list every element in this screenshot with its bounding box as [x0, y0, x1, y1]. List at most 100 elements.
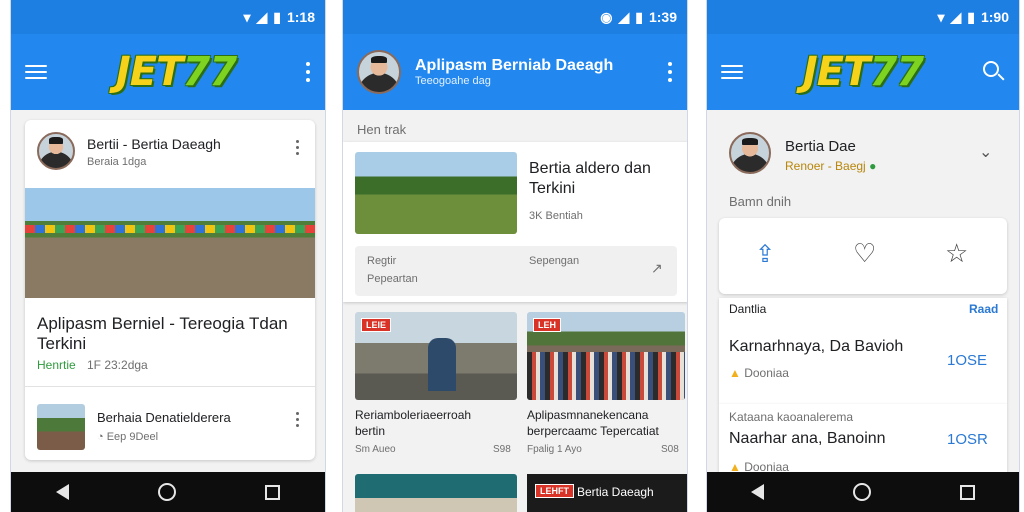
info-label-1: Regtir [367, 255, 397, 267]
grid-item-tag: LEH [533, 318, 561, 332]
read-link[interactable]: Raad [969, 302, 998, 316]
hotspot-icon: ◉ [600, 8, 613, 25]
post-author: Bertii - Bertia Daeagh [87, 136, 221, 152]
grid-item-photo[interactable]: LEIE [355, 312, 517, 400]
system-nav-bar [11, 472, 325, 512]
header-text: Aplipasm Berniab Daeagh Teeogoahe dag [401, 57, 667, 87]
bottom-title[interactable]: Bertia Daeagh [577, 485, 654, 499]
headline-line-2[interactable]: Terkini [37, 334, 86, 354]
share-icon[interactable]: ⇪ [755, 240, 775, 269]
battery-icon: ▮ [273, 8, 281, 25]
grid-item-title-1[interactable]: Reriamboleriaeerroah [355, 408, 471, 422]
news-photo[interactable] [25, 188, 315, 298]
app-bar: JET77 [11, 34, 325, 110]
open-arrow-icon[interactable]: ↗ [651, 260, 663, 277]
headline-source: Henrtie [37, 358, 76, 372]
section-label: Hen trak [357, 122, 407, 137]
item-overline: Kataana kaoanalerema [729, 410, 854, 424]
grid-item-title-1[interactable]: Aplipasmnanekencana [527, 408, 648, 422]
home-icon[interactable] [157, 483, 176, 501]
grid-item-2[interactable]: LEH Aplipasmnanekencana berpercaamc Tepe… [527, 312, 687, 462]
app-bar: JET77 [707, 34, 1019, 110]
phone-screen-3: ▾ ◢ ▮ 1:90 JET77 Bertia Dae Renoer - Bae… [706, 0, 1020, 512]
battery-icon: ▮ [635, 8, 643, 25]
bottom-grid-item[interactable]: LEHFT Bertia Daeagh [527, 474, 687, 512]
grid-item-meta-right: S98 [493, 444, 511, 455]
item-meta: ▲ Dooniaa [729, 366, 789, 380]
author-avatar [37, 132, 75, 170]
chevron-down-icon[interactable]: ⌄ [979, 142, 992, 162]
app-logo: JET77 [115, 49, 237, 95]
post-options-icon[interactable] [296, 140, 300, 155]
grid-item-meta-right: S08 [661, 444, 679, 455]
status-time: 1:39 [648, 9, 677, 25]
list-item-thumbnail[interactable] [37, 404, 85, 450]
profile-name: Bertia Dae [785, 138, 856, 155]
menu-icon[interactable] [25, 65, 47, 79]
news-post-card[interactable]: Bertii - Bertia Daeagh Beraia 1dga Aplip… [25, 120, 315, 460]
back-icon[interactable] [55, 484, 69, 500]
wifi-icon: ▾ [243, 8, 251, 25]
status-bar: ▾ ◢ ▮ 1:18 [11, 0, 325, 34]
item-title[interactable]: Karnarhnaya, Da Bavioh [729, 338, 903, 356]
app-logo: JET77 [802, 49, 924, 95]
feature-card[interactable]: Bertia aldero dan Terkini 3K Bentiah Reg… [343, 142, 687, 302]
grid-item-photo[interactable]: LEH [527, 312, 685, 400]
list-item-2[interactable]: Kataana kaoanalerema Naarhar ana, Banoin… [719, 404, 1007, 474]
search-icon[interactable] [983, 61, 1005, 83]
phone-screen-2: ◉ ◢ ▮ 1:39 Aplipasm Berniab Daeagh Teeog… [342, 0, 688, 512]
headline-line-1[interactable]: Aplipasm Berniel - Tereogia Tdan [37, 314, 288, 334]
grid-item-meta-left: Fpalig 1 Ayo [527, 444, 582, 455]
more-options-icon[interactable] [667, 62, 673, 82]
grid-item-1[interactable]: LEIE Reriamboleriaeerroah bertin Sm Aueo… [355, 312, 517, 462]
wifi-icon: ▾ [937, 8, 945, 25]
info-value-1: Pepeartan [367, 273, 418, 285]
feature-title-line-2[interactable]: Terkini [529, 180, 575, 198]
item-title[interactable]: Naarhar ana, Banoinn [729, 430, 886, 448]
list-item-meta: ◔ Eep 9Deel [97, 431, 159, 443]
battery-icon: ▮ [967, 8, 975, 25]
list-item-title[interactable]: Berhaia Denatielderera [97, 410, 231, 425]
star-icon[interactable]: ☆ [945, 238, 968, 269]
item-value: 1OSR [947, 431, 988, 448]
section-label: Bamn dnih [729, 194, 792, 209]
status-time: 1:18 [286, 9, 315, 25]
grid-item-title-2[interactable]: berpercaamc Tepercatiat [527, 424, 659, 438]
grid-item-tag: LEIE [361, 318, 392, 332]
signal-icon: ◢ [618, 8, 630, 25]
app-bar: Aplipasm Berniab Daeagh Teeogoahe dag [343, 34, 687, 110]
action-card: ⇪ ♡ ☆ [719, 218, 1007, 294]
profile-avatar[interactable] [729, 132, 771, 174]
signal-icon: ◢ [256, 8, 268, 25]
headline-time: 1F 23:2dga [87, 358, 148, 372]
bottom-grid-photo[interactable] [355, 474, 517, 512]
channel-avatar[interactable] [357, 50, 401, 94]
back-icon[interactable] [751, 484, 765, 500]
header-title: Aplipasm Berniab Daeagh [415, 57, 614, 74]
status-bar: ▾ ◢ ▮ 1:90 [707, 0, 1019, 34]
status-time: 1:90 [980, 9, 1009, 25]
list-item-options-icon[interactable] [296, 412, 300, 427]
menu-icon[interactable] [721, 65, 743, 79]
signal-icon: ◢ [950, 8, 962, 25]
phone-screen-1: ▾ ◢ ▮ 1:18 JET77 Bertii - Bertia Daeagh … [10, 0, 326, 512]
home-icon[interactable] [852, 483, 871, 501]
feature-meta: 3K Bentiah [529, 210, 583, 222]
info-box[interactable]: Regtir Pepeartan Sepengan ↗ [355, 246, 677, 296]
list-item-1[interactable]: Dantlia Raad Karnarhnaya, Da Bavioh 1OSE… [719, 298, 1007, 404]
recents-icon[interactable] [265, 484, 281, 500]
post-meta: Beraia 1dga [87, 156, 147, 168]
feature-photo[interactable] [355, 152, 517, 234]
more-options-icon[interactable] [305, 62, 311, 82]
profile-handle: Renoer - Baegj ● [785, 159, 877, 173]
info-label-2: Sepengan [529, 255, 580, 267]
grid-item-meta-left: Sm Aueo [355, 444, 396, 455]
row-header-left: Dantlia [729, 302, 767, 316]
thumbs-up-icon: ▲ [729, 366, 745, 380]
grid-item-title-2[interactable]: bertin [355, 424, 385, 438]
recents-icon[interactable] [959, 484, 975, 500]
divider [25, 386, 315, 387]
feature-title-line-1[interactable]: Bertia aldero dan [529, 160, 651, 178]
status-bar: ◉ ◢ ▮ 1:39 [343, 0, 687, 34]
heart-icon[interactable]: ♡ [853, 238, 876, 269]
